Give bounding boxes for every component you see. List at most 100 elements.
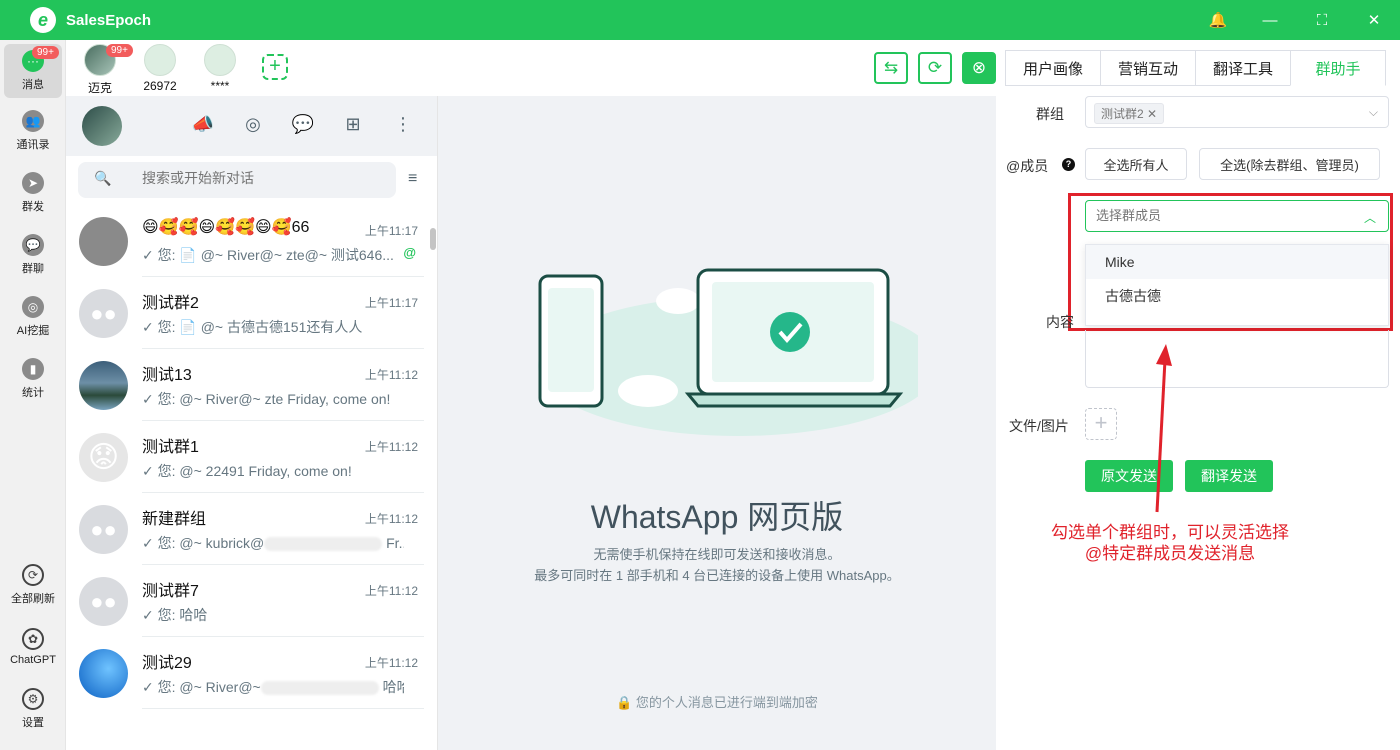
chat-time: 上午11:17 — [364, 224, 418, 238]
list-item[interactable]: ●● 测试群7 上午11:12 ✓ 您: 哈哈 — [66, 565, 437, 637]
list-item[interactable]: ●● 新建群组 上午11:12 ✓ 您: @~ kubrick@ Fr... — [66, 493, 437, 565]
add-account-icon[interactable]: + — [262, 54, 288, 80]
tab-translate[interactable]: 翻译工具 — [1195, 50, 1291, 86]
nav-refresh-all[interactable]: ⟳ 全部刷新 — [4, 558, 62, 612]
search-bar: 🔍 ≡ — [66, 156, 437, 206]
close-window-icon[interactable]: ✕ — [1348, 11, 1400, 29]
scrollbar[interactable] — [430, 228, 436, 250]
mention-icon: @ — [403, 245, 416, 260]
chat-row-body: 测试群2 上午11:17 ✓ 您: 📄 @~ 古德古德151还有人人 — [142, 277, 424, 349]
account-item[interactable]: **** — [190, 44, 250, 93]
search-icon: 🔍 — [94, 170, 112, 186]
chat-time: 上午11:12 — [364, 440, 418, 454]
group-select[interactable]: 测试群2 ✕ ⌵ — [1085, 96, 1389, 128]
file-label: 文件/图片 — [1009, 418, 1069, 434]
chat-preview: ✓ 您: 📄 @~ River@~ zte@~ 测试646... — [142, 247, 394, 263]
account-item[interactable]: 26972 — [130, 44, 190, 93]
tab-marketing[interactable]: 营销互动 — [1100, 50, 1196, 86]
nav-ai-mining[interactable]: ◎ AI挖掘 — [4, 290, 62, 344]
list-item[interactable]: 测试13 上午11:12 ✓ 您: @~ River@~ zte Friday,… — [66, 349, 437, 421]
tab-user-profile[interactable]: 用户画像 — [1005, 50, 1101, 86]
chat-preview: ✓ 您: 哈哈 — [142, 607, 208, 623]
refresh-icon[interactable]: ⟳ — [918, 52, 952, 84]
send-icon: ➤ — [22, 172, 44, 194]
search-input[interactable] — [142, 170, 382, 186]
chat-row-body: 测试群7 上午11:12 ✓ 您: 哈哈 — [142, 565, 424, 637]
list-item[interactable]: 测试29 上午11:12 ✓ 您: @~ River@~ 哈哈 — [66, 637, 437, 709]
member-select[interactable]: ︿ — [1085, 200, 1389, 232]
account-label: **** — [210, 79, 230, 93]
nav-label: AI挖掘 — [16, 325, 50, 337]
target-icon: ◎ — [22, 296, 44, 318]
chat-name: 测试29 — [142, 655, 192, 672]
member-option[interactable]: Mike — [1086, 245, 1388, 279]
header-icons: 📣 ◎ 💬 ⊞ ⋮ — [191, 114, 415, 135]
nav-groupchat[interactable]: 💬 群聊 — [4, 228, 62, 282]
nav-label: 通讯录 — [16, 139, 50, 151]
desc-line: 无需使手机保持在线即可发送和接收消息。 — [593, 547, 841, 562]
member-input[interactable] — [1096, 208, 1346, 223]
list-item[interactable]: 😄🥰🥰😄🥰🥰😄🥰66 上午11:17 ✓ 您: 📄 @~ River@~ zte… — [66, 205, 437, 277]
filter-icon[interactable]: ≡ — [408, 170, 417, 188]
preview-suffix: 哈哈 — [382, 679, 404, 695]
nav-contacts[interactable]: 👥 通讯录 — [4, 104, 62, 158]
nav-broadcast[interactable]: ➤ 群发 — [4, 166, 62, 220]
avatar[interactable] — [82, 106, 122, 146]
notification-bell-icon[interactable]: 🔔 — [1192, 11, 1244, 29]
app-title: SalesEpoch — [66, 11, 152, 29]
select-all-excluding-button[interactable]: 全选(除去群组、管理员) — [1199, 148, 1380, 180]
send-translated-button[interactable]: 翻译发送 — [1185, 460, 1273, 492]
switch-icon[interactable]: ⇆ — [874, 52, 908, 84]
list-item[interactable]: 😟 测试群1 上午11:12 ✓ 您: @~ 22491 Friday, com… — [66, 421, 437, 493]
chat-preview: ✓ 您: @~ River@~ zte Friday, come on! — [142, 391, 391, 407]
close-circle-icon[interactable]: ⊗ — [962, 52, 996, 84]
help-icon[interactable]: ? — [1062, 158, 1075, 171]
member-option[interactable]: 古德古德 — [1086, 279, 1388, 313]
preview-prefix: ✓ 您: @~ kubrick@ — [142, 535, 265, 551]
window-controls: 🔔 — ⛶ ✕ — [1192, 0, 1400, 40]
megaphone-icon[interactable]: 📣 — [191, 114, 215, 135]
menu-icon[interactable]: ⋮ — [391, 114, 415, 135]
nav-label: 全部刷新 — [11, 593, 55, 605]
chevron-up-icon: ︿ — [1363, 211, 1376, 225]
annotation-text: 勾选单个群组时，可以灵活选择 @特定群成员发送消息 — [1010, 522, 1330, 564]
nav-chatgpt[interactable]: ✿ ChatGPT — [4, 620, 62, 674]
channels-icon[interactable]: 💬 — [291, 114, 315, 135]
chat-row-body: 测试29 上午11:12 ✓ 您: @~ River@~ 哈哈 — [142, 637, 424, 709]
tabs: 用户画像 营销互动 翻译工具 群助手 — [1005, 50, 1386, 86]
accounts-strip: 迈克 99+ 26972 **** + ⇆ ⟳ ⊗ — [66, 40, 996, 96]
nav-messages[interactable]: ··· 消息 99+ — [4, 44, 62, 98]
nav-settings[interactable]: ⚙ 设置 — [4, 682, 62, 736]
chevron-down-icon: ⌵ — [1368, 105, 1378, 119]
chat-row-body: 测试群1 上午11:12 ✓ 您: @~ 22491 Friday, come … — [142, 421, 424, 493]
tab-group-assistant[interactable]: 群助手 — [1290, 50, 1386, 86]
content-textarea[interactable] — [1085, 330, 1389, 388]
encryption-note: 🔒 您的个人消息已进行端到端加密 — [616, 695, 818, 710]
group-avatar-icon: ●● — [79, 505, 128, 554]
annotation-arrow — [1155, 344, 1172, 513]
chat-row-body: 😄🥰🥰😄🥰🥰😄🥰66 上午11:17 ✓ 您: 📄 @~ River@~ zte… — [142, 205, 424, 277]
chat-panel-header: 📣 ◎ 💬 ⊞ ⋮ — [66, 96, 437, 156]
unread-badge: 99+ — [106, 44, 133, 57]
group-assistant-panel: 用户画像 营销互动 翻译工具 群助手 — [996, 40, 1400, 750]
upload-plus-icon[interactable]: + — [1085, 408, 1117, 440]
nav-stats[interactable]: ▮ 统计 — [4, 352, 62, 406]
group-tag: 测试群2 ✕ — [1094, 103, 1165, 124]
maximize-icon[interactable]: ⛶ — [1296, 12, 1348, 29]
list-item[interactable]: ●● 测试群2 上午11:17 ✓ 您: 📄 @~ 古德古德151还有人人 — [66, 277, 437, 349]
new-chat-icon[interactable]: ⊞ — [341, 114, 365, 135]
minimize-icon[interactable]: — — [1244, 12, 1296, 29]
windows-avatar-icon — [79, 649, 128, 698]
avatar — [204, 44, 236, 76]
chat-preview: ✓ 您: 📄 @~ 古德古德151还有人人 — [142, 319, 363, 335]
nav-label: ChatGPT — [10, 654, 56, 666]
status-icon[interactable]: ◎ — [241, 114, 265, 135]
close-icon[interactable]: ✕ — [1147, 107, 1157, 121]
member-dropdown: Mike 古德古德 — [1085, 244, 1389, 326]
account-item[interactable]: 迈克 99+ — [70, 44, 133, 96]
gear-icon: ⚙ — [22, 688, 44, 710]
select-all-button[interactable]: 全选所有人 — [1085, 148, 1187, 180]
chat-preview: ✓ 您: @~ 22491 Friday, come on! — [142, 463, 352, 479]
desc-line: 最多可同时在 1 部手机和 4 台已连接的设备上使用 WhatsApp。 — [534, 568, 900, 583]
refresh-icon: ⟳ — [22, 564, 44, 586]
